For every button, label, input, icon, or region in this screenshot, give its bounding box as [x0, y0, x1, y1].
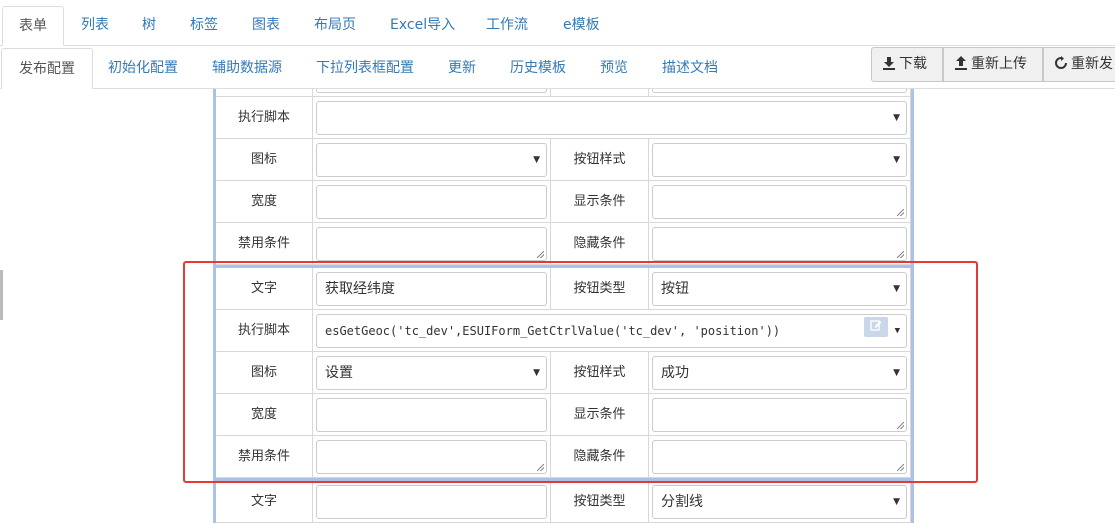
- form-row-width: 宽度 显示条件: [216, 181, 911, 223]
- hide-condition-label: 隐藏条件: [551, 223, 649, 265]
- form-row-script: 执行脚本 ▼: [216, 97, 911, 139]
- form-row-icon: 图标 设置 ▼ 按钮样式 成功 ▼: [216, 352, 911, 394]
- tab-dropdown-config[interactable]: 下拉列表框配置: [316, 48, 414, 89]
- form-row-script: 执行脚本 esGetGeoc('tc_dev',ESUIForm_GetCtrl…: [216, 310, 911, 352]
- disable-condition-label: 禁用条件: [216, 436, 313, 478]
- button-style-select[interactable]: ▼: [652, 143, 907, 177]
- primary-tab-bar: 表单 列表 树 标签 图表 布局页 Excel导入 工作流 e模板: [0, 0, 1115, 46]
- button-type-select[interactable]: 分割线 ▼: [652, 485, 907, 519]
- tab-excel-import[interactable]: Excel导入: [390, 6, 455, 46]
- width-label: 宽度: [216, 394, 313, 436]
- form-row-partial: [216, 89, 911, 97]
- width-input[interactable]: [316, 398, 547, 432]
- button-type-label: 按钮类型: [551, 268, 649, 310]
- tab-form[interactable]: 表单: [2, 6, 64, 46]
- chevron-down-icon: ▼: [533, 155, 540, 165]
- chevron-down-icon: ▼: [893, 284, 900, 294]
- chevron-down-icon: ▼: [893, 155, 900, 165]
- script-value: esGetGeoc('tc_dev',ESUIForm_GetCtrlValue…: [325, 324, 781, 338]
- script-label: 执行脚本: [216, 97, 313, 139]
- tab-init-config[interactable]: 初始化配置: [108, 48, 178, 89]
- tab-chart[interactable]: 图表: [252, 6, 280, 46]
- form-row-text: 文字 按钮类型 分割线 ▼: [216, 481, 911, 523]
- download-button[interactable]: 下载: [871, 47, 943, 82]
- reupload-label: 重新上传: [971, 56, 1027, 72]
- side-resize-handle[interactable]: [0, 270, 3, 320]
- script-select[interactable]: ▼: [316, 101, 907, 135]
- edit-icon[interactable]: [864, 317, 888, 337]
- tab-e-template[interactable]: e模板: [563, 6, 600, 46]
- button-type-label: 按钮类型: [551, 481, 649, 523]
- width-input[interactable]: [316, 185, 547, 219]
- hide-condition-textarea[interactable]: [652, 227, 907, 261]
- refresh-icon: [1055, 56, 1067, 69]
- tab-update[interactable]: 更新: [448, 48, 476, 89]
- form-row-icon: 图标 ▼ 按钮样式 ▼: [216, 139, 911, 181]
- hide-condition-label: 隐藏条件: [551, 436, 649, 478]
- icon-label: 图标: [216, 352, 313, 394]
- tab-workflow[interactable]: 工作流: [486, 6, 528, 46]
- button-style-label: 按钮样式: [551, 139, 649, 181]
- disable-condition-textarea[interactable]: [316, 227, 547, 261]
- tab-layout-page[interactable]: 布局页: [314, 6, 356, 46]
- disable-condition-label: 禁用条件: [216, 223, 313, 265]
- form-row-conditions: 禁用条件 隐藏条件: [216, 436, 911, 478]
- chevron-down-icon: ▼: [533, 368, 540, 378]
- chevron-down-icon: ▼: [893, 497, 900, 507]
- button-style-select[interactable]: 成功 ▼: [652, 356, 907, 390]
- show-condition-label: 显示条件: [551, 394, 649, 436]
- disable-condition-textarea[interactable]: [316, 440, 547, 474]
- text-label: 文字: [216, 481, 313, 523]
- icon-select[interactable]: ▼: [316, 143, 547, 177]
- form-row-conditions: 禁用条件 隐藏条件: [216, 223, 911, 265]
- tab-tree[interactable]: 树: [142, 6, 156, 46]
- tab-history-template[interactable]: 历史模板: [510, 48, 566, 89]
- upload-icon: [955, 56, 967, 70]
- script-select[interactable]: esGetGeoc('tc_dev',ESUIForm_GetCtrlValue…: [316, 314, 907, 348]
- tab-aux-datasource[interactable]: 辅助数据源: [212, 48, 282, 89]
- chevron-down-icon: ▼: [893, 368, 900, 378]
- show-condition-label: 显示条件: [551, 181, 649, 223]
- text-label: 文字: [216, 268, 313, 310]
- tab-list[interactable]: 列表: [81, 6, 109, 46]
- icon-select[interactable]: 设置 ▼: [316, 356, 547, 390]
- form-row-width: 宽度 显示条件: [216, 394, 911, 436]
- show-condition-textarea[interactable]: [652, 398, 907, 432]
- width-label: 宽度: [216, 181, 313, 223]
- icon-label: 图标: [216, 139, 313, 181]
- republish-label: 重新发: [1071, 56, 1113, 72]
- tab-tags[interactable]: 标签: [190, 6, 218, 46]
- show-condition-textarea[interactable]: [652, 185, 907, 219]
- button-style-label: 按钮样式: [551, 352, 649, 394]
- tab-publish-config[interactable]: 发布配置: [1, 48, 93, 89]
- tab-description-doc[interactable]: 描述文档: [662, 48, 718, 89]
- download-label: 下载: [899, 56, 927, 72]
- button-config-form: 执行脚本 ▼ 图标 ▼ 按钮样式 ▼ 宽度 显示条件 禁用条件 隐藏条件 文字 …: [213, 89, 914, 523]
- tab-preview[interactable]: 预览: [600, 48, 628, 89]
- form-row-text: 文字 获取经纬度 按钮类型 按钮 ▼: [216, 268, 911, 310]
- text-input[interactable]: [316, 485, 547, 519]
- chevron-down-icon: ▼: [893, 113, 900, 123]
- download-icon: [883, 57, 895, 70]
- hide-condition-textarea[interactable]: [652, 440, 907, 474]
- republish-button[interactable]: 重新发: [1043, 47, 1115, 82]
- reupload-button[interactable]: 重新上传: [943, 47, 1043, 82]
- button-type-select[interactable]: 按钮 ▼: [652, 272, 907, 306]
- chevron-down-icon: ▼: [894, 326, 900, 336]
- script-label: 执行脚本: [216, 310, 313, 352]
- text-input[interactable]: 获取经纬度: [316, 272, 547, 306]
